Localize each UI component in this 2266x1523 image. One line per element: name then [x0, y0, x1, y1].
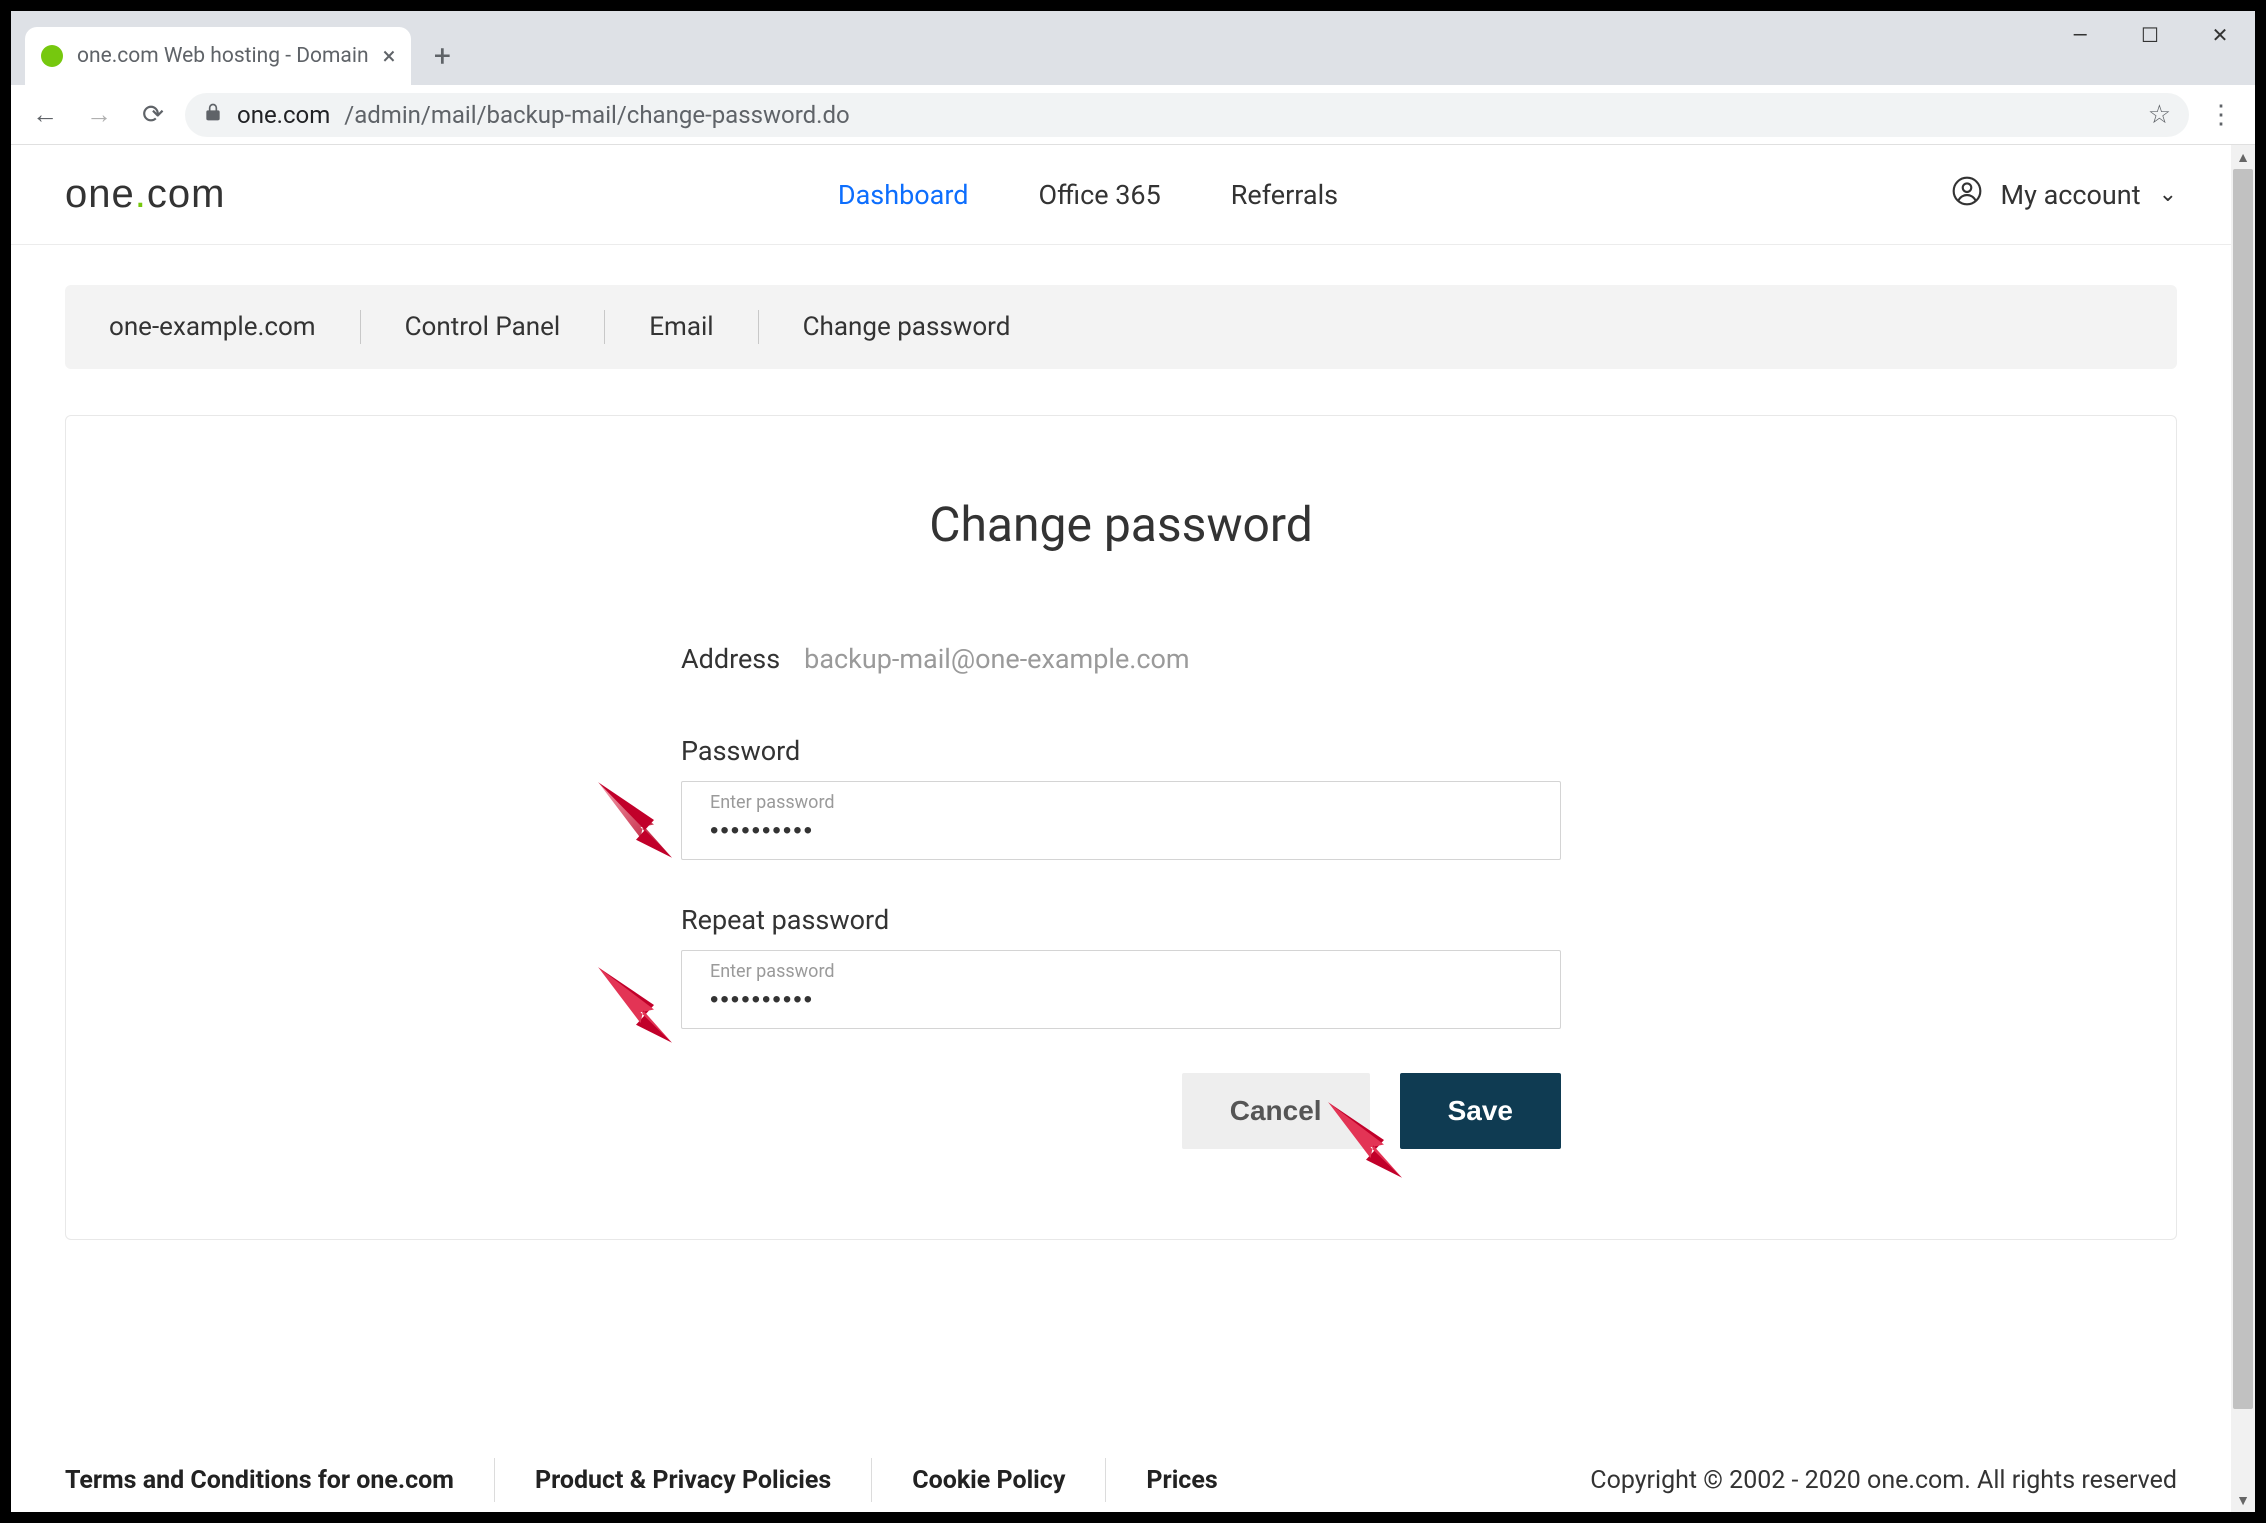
cancel-button[interactable]: Cancel	[1182, 1073, 1370, 1149]
footer-prices[interactable]: Prices	[1146, 1466, 1217, 1495]
footer-cookie[interactable]: Cookie Policy	[912, 1466, 1065, 1495]
breadcrumb-current: Change password	[803, 312, 1011, 342]
tab-title: one.com Web hosting - Domain	[77, 44, 369, 68]
new-tab-button[interactable]: +	[419, 33, 465, 79]
footer-policies[interactable]: Product & Privacy Policies	[535, 1466, 831, 1495]
footer-sep	[1105, 1458, 1106, 1502]
browser-toolbar: ← → ⟳ one.com/admin/mail/backup-mail/cha…	[11, 85, 2255, 145]
repeat-password-input-wrap[interactable]: Enter password	[681, 950, 1561, 1029]
breadcrumb-sep	[758, 310, 759, 344]
scroll-down-icon[interactable]: ▼	[2231, 1488, 2255, 1512]
address-row: Address backup-mail@one-example.com	[681, 643, 1561, 675]
page-viewport: one.com Dashboard Office 365 Referrals M…	[11, 145, 2255, 1512]
reload-button[interactable]: ⟳	[131, 93, 175, 137]
breadcrumb-email[interactable]: Email	[649, 312, 713, 342]
repeat-float-label: Enter password	[710, 961, 1532, 982]
nav-office365[interactable]: Office 365	[1038, 179, 1160, 211]
account-label: My account	[2001, 179, 2141, 211]
browser-menu-button[interactable]: ⋮	[2199, 100, 2243, 130]
page-content: one.com Dashboard Office 365 Referrals M…	[11, 145, 2231, 1512]
back-button[interactable]: ←	[23, 93, 67, 137]
site-logo[interactable]: one.com	[65, 172, 225, 217]
chevron-down-icon: ⌄	[2159, 182, 2177, 207]
breadcrumb: one-example.com Control Panel Email Chan…	[65, 285, 2177, 369]
breadcrumb-sep	[604, 310, 605, 344]
user-icon	[1951, 175, 1983, 214]
footer-sep	[494, 1458, 495, 1502]
repeat-password-input[interactable]	[710, 986, 1532, 1014]
favicon-icon	[41, 45, 63, 67]
close-tab-icon[interactable]: ×	[383, 42, 396, 70]
logo-text-post: com	[147, 172, 226, 216]
scrollbar[interactable]: ▲ ▼	[2231, 145, 2255, 1512]
footer-sep	[871, 1458, 872, 1502]
password-input-wrap[interactable]: Enter password	[681, 781, 1561, 860]
url-path: /admin/mail/backup-mail/change-password.…	[344, 101, 849, 129]
window-controls: — ☐ ✕	[2045, 11, 2255, 85]
site-footer: Terms and Conditions for one.com Product…	[65, 1458, 2177, 1502]
breadcrumb-domain[interactable]: one-example.com	[109, 312, 316, 342]
lock-icon	[203, 102, 223, 127]
address-bar[interactable]: one.com/admin/mail/backup-mail/change-pa…	[185, 93, 2189, 137]
browser-window: one.com Web hosting - Domain × + — ☐ ✕ ←…	[10, 10, 2256, 1513]
logo-dot-icon: .	[135, 172, 147, 216]
repeat-password-label: Repeat password	[681, 904, 1561, 936]
page-title: Change password	[66, 496, 2176, 553]
site-header: one.com Dashboard Office 365 Referrals M…	[11, 145, 2231, 245]
maximize-button[interactable]: ☐	[2115, 11, 2185, 59]
account-menu[interactable]: My account ⌄	[1951, 175, 2177, 214]
main-nav: Dashboard Office 365 Referrals	[838, 179, 1338, 211]
change-password-card: Change password Address backup-mail@one-…	[65, 415, 2177, 1240]
url-host: one.com	[237, 101, 330, 129]
scrollbar-thumb[interactable]	[2233, 169, 2253, 1409]
close-window-button[interactable]: ✕	[2185, 11, 2255, 59]
logo-text-pre: one	[65, 172, 135, 216]
titlebar: one.com Web hosting - Domain × + — ☐ ✕	[11, 11, 2255, 85]
breadcrumb-control-panel[interactable]: Control Panel	[405, 312, 561, 342]
password-float-label: Enter password	[710, 792, 1532, 813]
change-password-form: Address backup-mail@one-example.com Pass…	[681, 643, 1561, 1029]
nav-referrals[interactable]: Referrals	[1231, 179, 1338, 211]
nav-dashboard[interactable]: Dashboard	[838, 179, 969, 211]
bookmark-star-icon[interactable]: ☆	[2148, 100, 2171, 130]
minimize-button[interactable]: —	[2045, 11, 2115, 59]
footer-terms[interactable]: Terms and Conditions for one.com	[65, 1466, 454, 1495]
breadcrumb-sep	[360, 310, 361, 344]
form-actions: Cancel Save	[681, 1073, 1561, 1149]
footer-copyright: Copyright © 2002 - 2020 one.com. All rig…	[1590, 1466, 2177, 1495]
address-value: backup-mail@one-example.com	[804, 643, 1189, 675]
address-label: Address	[681, 643, 780, 675]
save-button[interactable]: Save	[1400, 1073, 1561, 1149]
password-input[interactable]	[710, 817, 1532, 845]
password-label: Password	[681, 735, 1561, 767]
browser-tab[interactable]: one.com Web hosting - Domain ×	[25, 27, 411, 85]
tab-strip: one.com Web hosting - Domain × +	[25, 11, 465, 85]
forward-button[interactable]: →	[77, 93, 121, 137]
scroll-up-icon[interactable]: ▲	[2231, 145, 2255, 169]
